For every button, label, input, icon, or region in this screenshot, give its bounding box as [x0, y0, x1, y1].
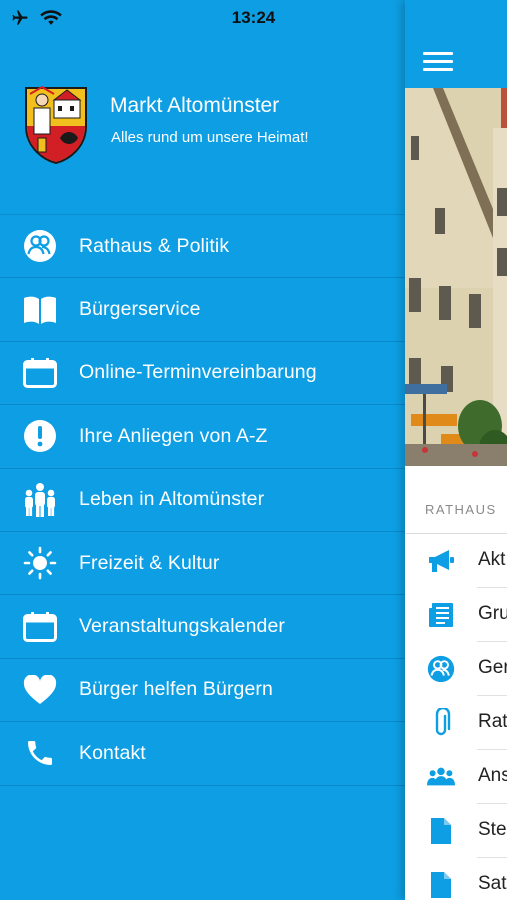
paperclip-icon — [427, 708, 455, 737]
menu-item-label: Rathaus & Politik — [79, 234, 230, 257]
people-circle-icon — [427, 655, 455, 683]
menu-item-label: Kontakt — [79, 741, 146, 764]
hero-image — [405, 88, 507, 466]
drawer-header: Markt Altomünster Alles rund um unsere H… — [0, 36, 405, 214]
list-item-label: Rat — [478, 711, 507, 732]
menu-item-label: Bürgerservice — [79, 298, 201, 321]
list-item[interactable]: Ger — [405, 642, 507, 696]
menu-item-label: Veranstaltungskalender — [79, 615, 286, 638]
drawer-menu: Rathaus & Politik Bürgerservice Online-T… — [0, 214, 405, 786]
list-item-label: Ans — [478, 765, 507, 786]
calendar-icon — [22, 355, 58, 391]
list-item[interactable]: Gru — [405, 588, 507, 642]
menu-item-leben-in-altomuenster[interactable]: Leben in Altomünster — [0, 469, 405, 532]
menu-item-label: Freizeit & Kultur — [79, 551, 220, 574]
people-circle-icon — [22, 228, 58, 264]
side-drawer: Markt Altomünster Alles rund um unsere H… — [0, 36, 405, 900]
content-list: Akt Gru Ger Rat Ans Ste Sat — [405, 534, 507, 900]
navigation-bar — [405, 0, 507, 88]
list-item[interactable]: Akt — [405, 534, 507, 588]
megaphone-icon — [427, 547, 455, 575]
list-item[interactable]: Ans — [405, 750, 507, 804]
sun-icon — [22, 545, 58, 581]
hamburger-menu-button[interactable] — [423, 52, 453, 72]
app-title: Markt Altomünster — [110, 94, 280, 117]
document-icon — [427, 871, 455, 899]
menu-line — [423, 52, 453, 55]
heart-icon — [22, 672, 58, 708]
calendar-icon — [22, 609, 58, 645]
list-item-label: Gru — [478, 603, 507, 624]
phone-icon — [22, 735, 58, 771]
document-icon — [427, 817, 455, 845]
menu-item-label: Ihre Anliegen von A-Z — [79, 424, 268, 447]
list-item[interactable]: Ste — [405, 804, 507, 858]
menu-item-anliegen-a-z[interactable]: Ihre Anliegen von A-Z — [0, 405, 405, 469]
list-item-label: Sat — [478, 873, 507, 894]
menu-item-label: Bürger helfen Bürgern — [79, 678, 273, 701]
list-item-label: Ger — [478, 657, 507, 678]
open-book-icon — [22, 292, 58, 328]
menu-line — [423, 60, 453, 63]
menu-line — [423, 68, 453, 71]
list-item-label: Ste — [478, 819, 507, 840]
list-item[interactable]: Sat — [405, 858, 507, 900]
section-heading: RATHAUS — [425, 502, 497, 517]
menu-item-rathaus-politik[interactable]: Rathaus & Politik — [0, 215, 405, 279]
menu-item-buergerservice[interactable]: Bürgerservice — [0, 278, 405, 342]
list-item[interactable]: Rat — [405, 696, 507, 750]
menu-item-label: Leben in Altomünster — [79, 488, 265, 511]
menu-item-online-terminvereinbarung[interactable]: Online-Terminvereinbarung — [0, 342, 405, 406]
coat-of-arms-logo — [25, 86, 87, 164]
newspaper-icon — [427, 601, 455, 629]
exclamation-circle-icon — [22, 418, 58, 454]
menu-item-label: Online-Terminvereinbarung — [79, 361, 317, 384]
menu-item-veranstaltungskalender[interactable]: Veranstaltungskalender — [0, 595, 405, 659]
group-icon — [427, 763, 455, 791]
family-icon — [22, 482, 58, 518]
menu-item-buerger-helfen-buergern[interactable]: Bürger helfen Bürgern — [0, 659, 405, 723]
list-item-label: Akt — [478, 549, 506, 570]
menu-item-kontakt[interactable]: Kontakt — [0, 722, 405, 786]
app-subtitle: Alles rund um unsere Heimat! — [111, 129, 309, 146]
menu-item-freizeit-kultur[interactable]: Freizeit & Kultur — [0, 532, 405, 596]
main-content: RATHAUS Akt Gru Ger Rat Ans Ste Sat — [405, 0, 507, 900]
